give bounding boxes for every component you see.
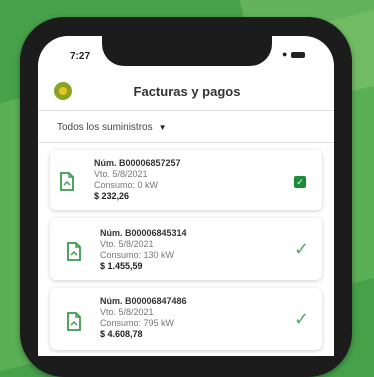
invoice-number: Núm. B00006847486	[100, 296, 187, 306]
invoice-due-date: Vto. 5/8/2021	[100, 307, 154, 317]
invoice-select-checkbox[interactable]: ✓	[294, 176, 306, 188]
status-icons: ●	[282, 49, 306, 59]
supply-filter-label: Todos los suministros	[57, 122, 153, 133]
phone-notch	[102, 36, 272, 66]
status-time: 7:27	[70, 51, 91, 62]
paid-check-icon: ✓	[294, 239, 310, 259]
paid-check-icon: ✓	[294, 309, 310, 329]
wifi-icon: ●	[282, 49, 288, 59]
header-divider	[38, 110, 334, 111]
invoice-amount: $ 1.455,59	[100, 261, 143, 271]
page-title: Facturas y pagos	[133, 84, 241, 99]
invoice-number: Núm. B00006857257	[94, 158, 181, 168]
invoice-document-icon	[67, 242, 81, 261]
battery-icon	[291, 51, 306, 58]
invoice-card[interactable]: Núm. B00006847486 Vto. 5/8/2021 Consumo:…	[50, 288, 322, 350]
invoice-amount: $ 232,26	[94, 191, 130, 201]
invoice-due-date: Vto. 5/8/2021	[94, 169, 148, 179]
supply-filter-dropdown[interactable]: Todos los suministros ▼	[57, 122, 167, 133]
invoice-consumption: Consumo: 0 kW	[94, 180, 159, 190]
filter-divider	[38, 142, 334, 143]
invoice-number: Núm. B00006845314	[100, 228, 187, 238]
invoice-document-icon	[67, 312, 81, 331]
invoice-due-date: Vto. 5/8/2021	[100, 239, 154, 249]
invoice-card[interactable]: Núm. B00006857257 Vto. 5/8/2021 Consumo:…	[50, 150, 322, 210]
invoice-card[interactable]: Núm. B00006845314 Vto. 5/8/2021 Consumo:…	[50, 218, 322, 280]
invoice-consumption: Consumo: 795 kW	[100, 318, 175, 328]
caret-down-icon: ▼	[158, 123, 167, 132]
invoice-amount: $ 4.608,78	[100, 329, 143, 339]
invoice-document-icon	[60, 172, 74, 191]
invoice-consumption: Consumo: 130 kW	[100, 250, 175, 260]
